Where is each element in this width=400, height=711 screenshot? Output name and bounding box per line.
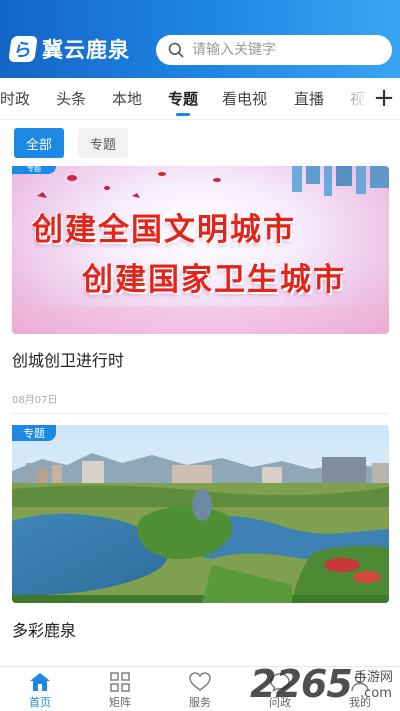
nav-matrix[interactable]: 矩阵 bbox=[90, 672, 150, 710]
card-title[interactable]: 多彩鹿泉 bbox=[12, 617, 76, 641]
banner-text-line1: 创建全国文明城市 bbox=[32, 212, 296, 248]
card-title[interactable]: 创城创卫进行时 bbox=[12, 347, 124, 371]
banner-decoration bbox=[12, 166, 389, 334]
search-icon bbox=[168, 42, 184, 58]
nav-service[interactable]: 服务 bbox=[170, 672, 230, 710]
nav-label: 服务 bbox=[189, 696, 211, 709]
filter-all-button[interactable]: 全部 bbox=[14, 128, 65, 158]
grid-icon bbox=[110, 672, 130, 692]
app-header: ら 冀云鹿泉 bbox=[0, 0, 400, 78]
nav-label: 我的 bbox=[349, 696, 371, 709]
user-icon bbox=[351, 672, 369, 692]
topic-badge: 专题 bbox=[12, 425, 56, 441]
card-divider bbox=[12, 413, 388, 414]
nav-label: 矩阵 bbox=[109, 696, 131, 709]
add-channel-icon[interactable]: + bbox=[370, 82, 398, 114]
home-icon bbox=[30, 673, 50, 691]
banner-text-line2: 创建国家卫生城市 bbox=[82, 262, 346, 298]
banner-background: 创建全国文明城市 创建国家卫生城市 bbox=[12, 166, 389, 334]
logo-icon: ら bbox=[8, 36, 38, 62]
app-screen: ら 冀云鹿泉 时政 头条 本地 专题 看电视 直播 视 + 全部 专题 bbox=[0, 0, 400, 711]
topic-badge: 专题 bbox=[12, 166, 56, 174]
landscape-photo bbox=[12, 425, 389, 603]
tab-kandianshi[interactable]: 看电视 bbox=[222, 88, 267, 109]
app-logo: ら 冀云鹿泉 bbox=[8, 34, 130, 64]
tab-toutiao[interactable]: 头条 bbox=[56, 88, 86, 109]
filter-bar: 全部 专题 bbox=[14, 128, 142, 158]
chat-icon bbox=[270, 673, 290, 692]
tab-shizheng[interactable]: 时政 bbox=[0, 88, 30, 109]
search-bar[interactable] bbox=[156, 35, 392, 65]
active-tab-indicator bbox=[176, 113, 190, 116]
card-image-banner[interactable]: 创建全国文明城市 创建国家卫生城市 bbox=[12, 166, 389, 334]
bottom-nav: 首页 矩阵 服务 问政 我的 bbox=[0, 666, 400, 711]
nav-label: 问政 bbox=[269, 696, 291, 709]
search-input[interactable] bbox=[192, 42, 372, 58]
nav-home[interactable]: 首页 bbox=[10, 672, 70, 710]
tab-zhuanti[interactable]: 专题 bbox=[168, 88, 198, 109]
tabs-fade bbox=[330, 78, 370, 118]
tab-bendi[interactable]: 本地 bbox=[112, 88, 142, 109]
filter-topic-button[interactable]: 专题 bbox=[78, 128, 129, 158]
nav-mine[interactable]: 我的 bbox=[330, 672, 390, 710]
heart-icon bbox=[189, 672, 211, 691]
channel-tabs: 时政 头条 本地 专题 看电视 直播 视 + bbox=[0, 78, 400, 120]
app-name: 冀云鹿泉 bbox=[42, 38, 130, 62]
nav-label: 首页 bbox=[29, 696, 51, 709]
nav-wenzheng[interactable]: 问政 bbox=[250, 672, 310, 710]
card-image-landscape[interactable] bbox=[12, 425, 389, 603]
card-date: 08月07日 bbox=[12, 395, 58, 406]
tab-zhibo[interactable]: 直播 bbox=[294, 88, 324, 109]
